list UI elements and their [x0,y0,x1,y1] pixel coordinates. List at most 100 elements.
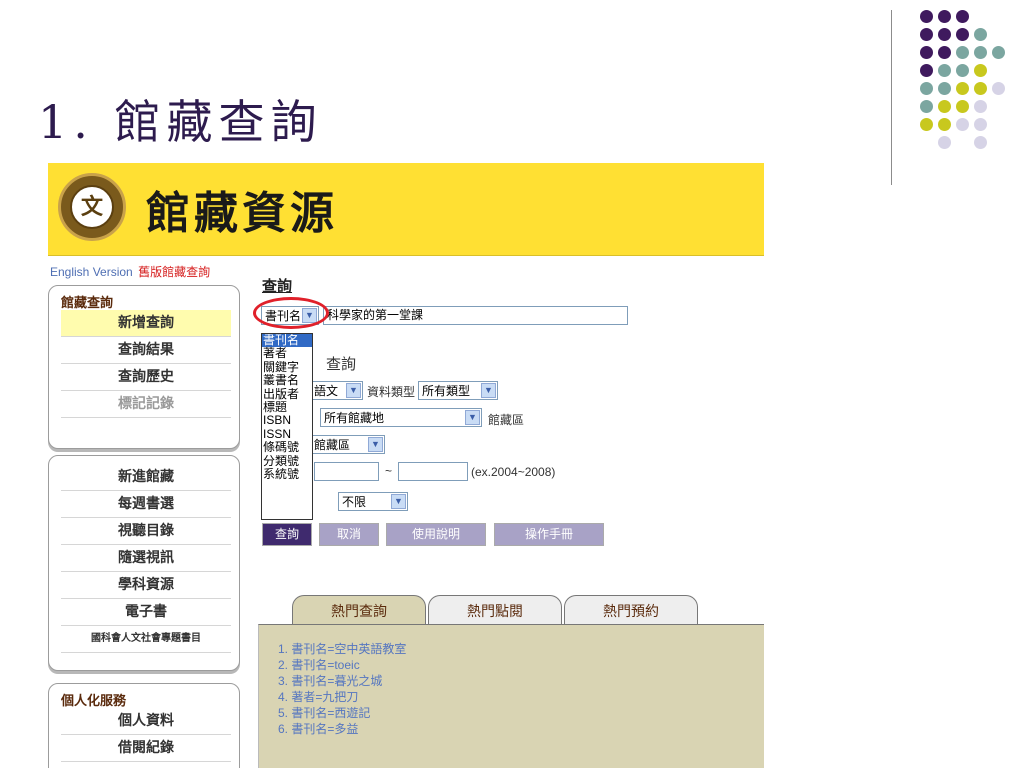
language-select[interactable]: 語文 ▼ [310,381,363,400]
chevron-down-icon: ▼ [368,437,383,452]
menu-item-search-results[interactable]: 查詢結果 [61,337,231,364]
decor-dot [938,118,951,131]
tab-hot-view[interactable]: 熱門點閱 [428,595,562,625]
decor-dot [974,82,987,95]
decor-dot [938,82,951,95]
decor-dot [974,64,987,77]
dropdown-option[interactable]: 條碼號 [262,441,312,454]
cancel-button[interactable]: 取消 [319,523,379,546]
university-logo-icon: 文 [58,173,126,241]
query-title: 查詢 [262,277,293,295]
decor-dot [920,100,933,113]
menu-item-personal-info[interactable]: 個人資料 [61,708,231,735]
decor-dot [920,118,933,131]
menu-item-ebooks[interactable]: 電子書 [61,599,231,626]
type-select[interactable]: 所有類型 ▼ [418,381,498,400]
hot-search-item[interactable]: 4. 著者=九把刀 [278,689,406,705]
decor-dot [956,82,969,95]
divider-line [891,10,892,185]
select-value: 館藏區 [314,438,351,452]
decor-dot [974,28,987,41]
menu-item-search-history[interactable]: 查詢歷史 [61,364,231,391]
select-value: 語文 [314,384,339,398]
personal-services-menu: 個人化服務 個人資料 借閱紀錄 [48,683,240,768]
dropdown-option[interactable]: 標題 [262,401,312,414]
decor-dot [938,100,951,113]
slide-title: 1. 館藏查詢 [38,95,323,149]
location-label: 館藏區 [488,413,525,427]
partial-query-label: 查詢 [326,356,357,373]
decor-dot [938,64,951,77]
tab-hot-search[interactable]: 熱門查詢 [292,595,426,625]
decor-dot [974,100,987,113]
manual-button[interactable]: 操作手冊 [494,523,604,546]
english-version-link[interactable]: English Version [50,265,133,279]
old-catalog-link[interactable]: 舊版館藏查詢 [138,265,210,279]
decor-dot [974,118,987,131]
search-input[interactable]: 科學家的第一堂課 [323,306,628,325]
decor-dot [920,28,933,41]
logo-emblem: 文 [70,185,114,229]
decor-dot [974,136,987,149]
catalog-search-menu: 館藏查詢 新增查詢 查詢結果 查詢歷史 標記記錄 [48,285,240,449]
dropdown-option[interactable]: 叢書名 [262,374,312,387]
dot-pattern [920,10,1020,170]
decor-dot [938,46,951,59]
tab-hot-reserve[interactable]: 熱門預約 [564,595,698,625]
decor-dot [974,46,987,59]
search-button[interactable]: 查詢 [262,523,312,546]
chevron-down-icon: ▼ [465,410,480,425]
select-value: 不限 [342,495,367,509]
dropdown-option[interactable]: 出版者 [262,388,312,401]
decor-dot [992,46,1005,59]
dropdown-option[interactable]: 系統號 [262,468,312,481]
menu-item-av-catalog[interactable]: 視聽目錄 [61,518,231,545]
chevron-down-icon: ▼ [346,383,361,398]
hot-search-item[interactable]: 6. 書刊名=多益 [278,721,406,737]
decor-dot [938,28,951,41]
area-select[interactable]: 館藏區 ▼ [310,435,385,454]
dropdown-option[interactable]: ISBN [262,414,312,427]
menu-item-loan-records[interactable]: 借閱紀錄 [61,735,231,762]
help-button[interactable]: 使用說明 [386,523,486,546]
decor-dot [920,64,933,77]
top-links: English Version 舊版館藏查詢 [50,263,210,280]
menu-item-weekly-picks[interactable]: 每週書選 [61,491,231,518]
menu-item-new-search[interactable]: 新增查詢 [61,310,231,337]
decor-dot [938,136,951,149]
menu-item-marked-records[interactable]: 標記記錄 [61,391,231,418]
menu-item-nsc-bibliography[interactable]: 國科會人文社會專題書目 [61,626,231,653]
dropdown-option[interactable]: 關鍵字 [262,361,312,374]
menu-item-new-arrivals[interactable]: 新進館藏 [61,464,231,491]
menu-header: 館藏查詢 [61,296,114,311]
dropdown-option[interactable]: 書刊名 [262,334,312,348]
hot-search-item[interactable]: 1. 書刊名=空中英語教室 [278,641,406,657]
year-separator: ~ [385,464,393,478]
decor-dot [992,82,1005,95]
banner: 文 館藏資源 [48,163,764,256]
decor-dot [920,82,933,95]
select-value: 所有類型 [422,384,471,398]
hot-search-item[interactable]: 3. 書刊名=暮光之城 [278,673,406,689]
hot-search-item[interactable]: 2. 書刊名=toeic [278,657,406,673]
highlight-circle [253,297,329,329]
dropdown-option[interactable]: ISSN [262,428,312,441]
limit-select[interactable]: 不限 ▼ [338,492,408,511]
hot-search-item[interactable]: 5. 書刊名=西遊記 [278,705,406,721]
hot-search-list: 1. 書刊名=空中英語教室 2. 書刊名=toeic 3. 書刊名=暮光之城 4. 著… [278,641,406,737]
catalog-screenshot: 文 館藏資源 English Version 舊版館藏查詢 館藏查詢 新增查詢 … [48,163,764,768]
dropdown-option[interactable]: 著者 [262,347,312,360]
menu-item-subject-resources[interactable]: 學科資源 [61,572,231,599]
chevron-down-icon: ▼ [481,383,496,398]
year-from-input[interactable] [314,462,379,481]
type-label: 資料類型 [367,385,416,399]
decor-dot [956,10,969,23]
decor-dot [956,46,969,59]
location-select[interactable]: 所有館藏地 ▼ [320,408,482,427]
chevron-down-icon: ▼ [391,494,406,509]
menu-item-video-on-demand[interactable]: 隨選視訊 [61,545,231,572]
dropdown-option[interactable]: 分類號 [262,455,312,468]
year-hint: (ex.2004~2008) [471,465,556,479]
banner-title: 館藏資源 [146,188,338,239]
year-to-input[interactable] [398,462,468,481]
